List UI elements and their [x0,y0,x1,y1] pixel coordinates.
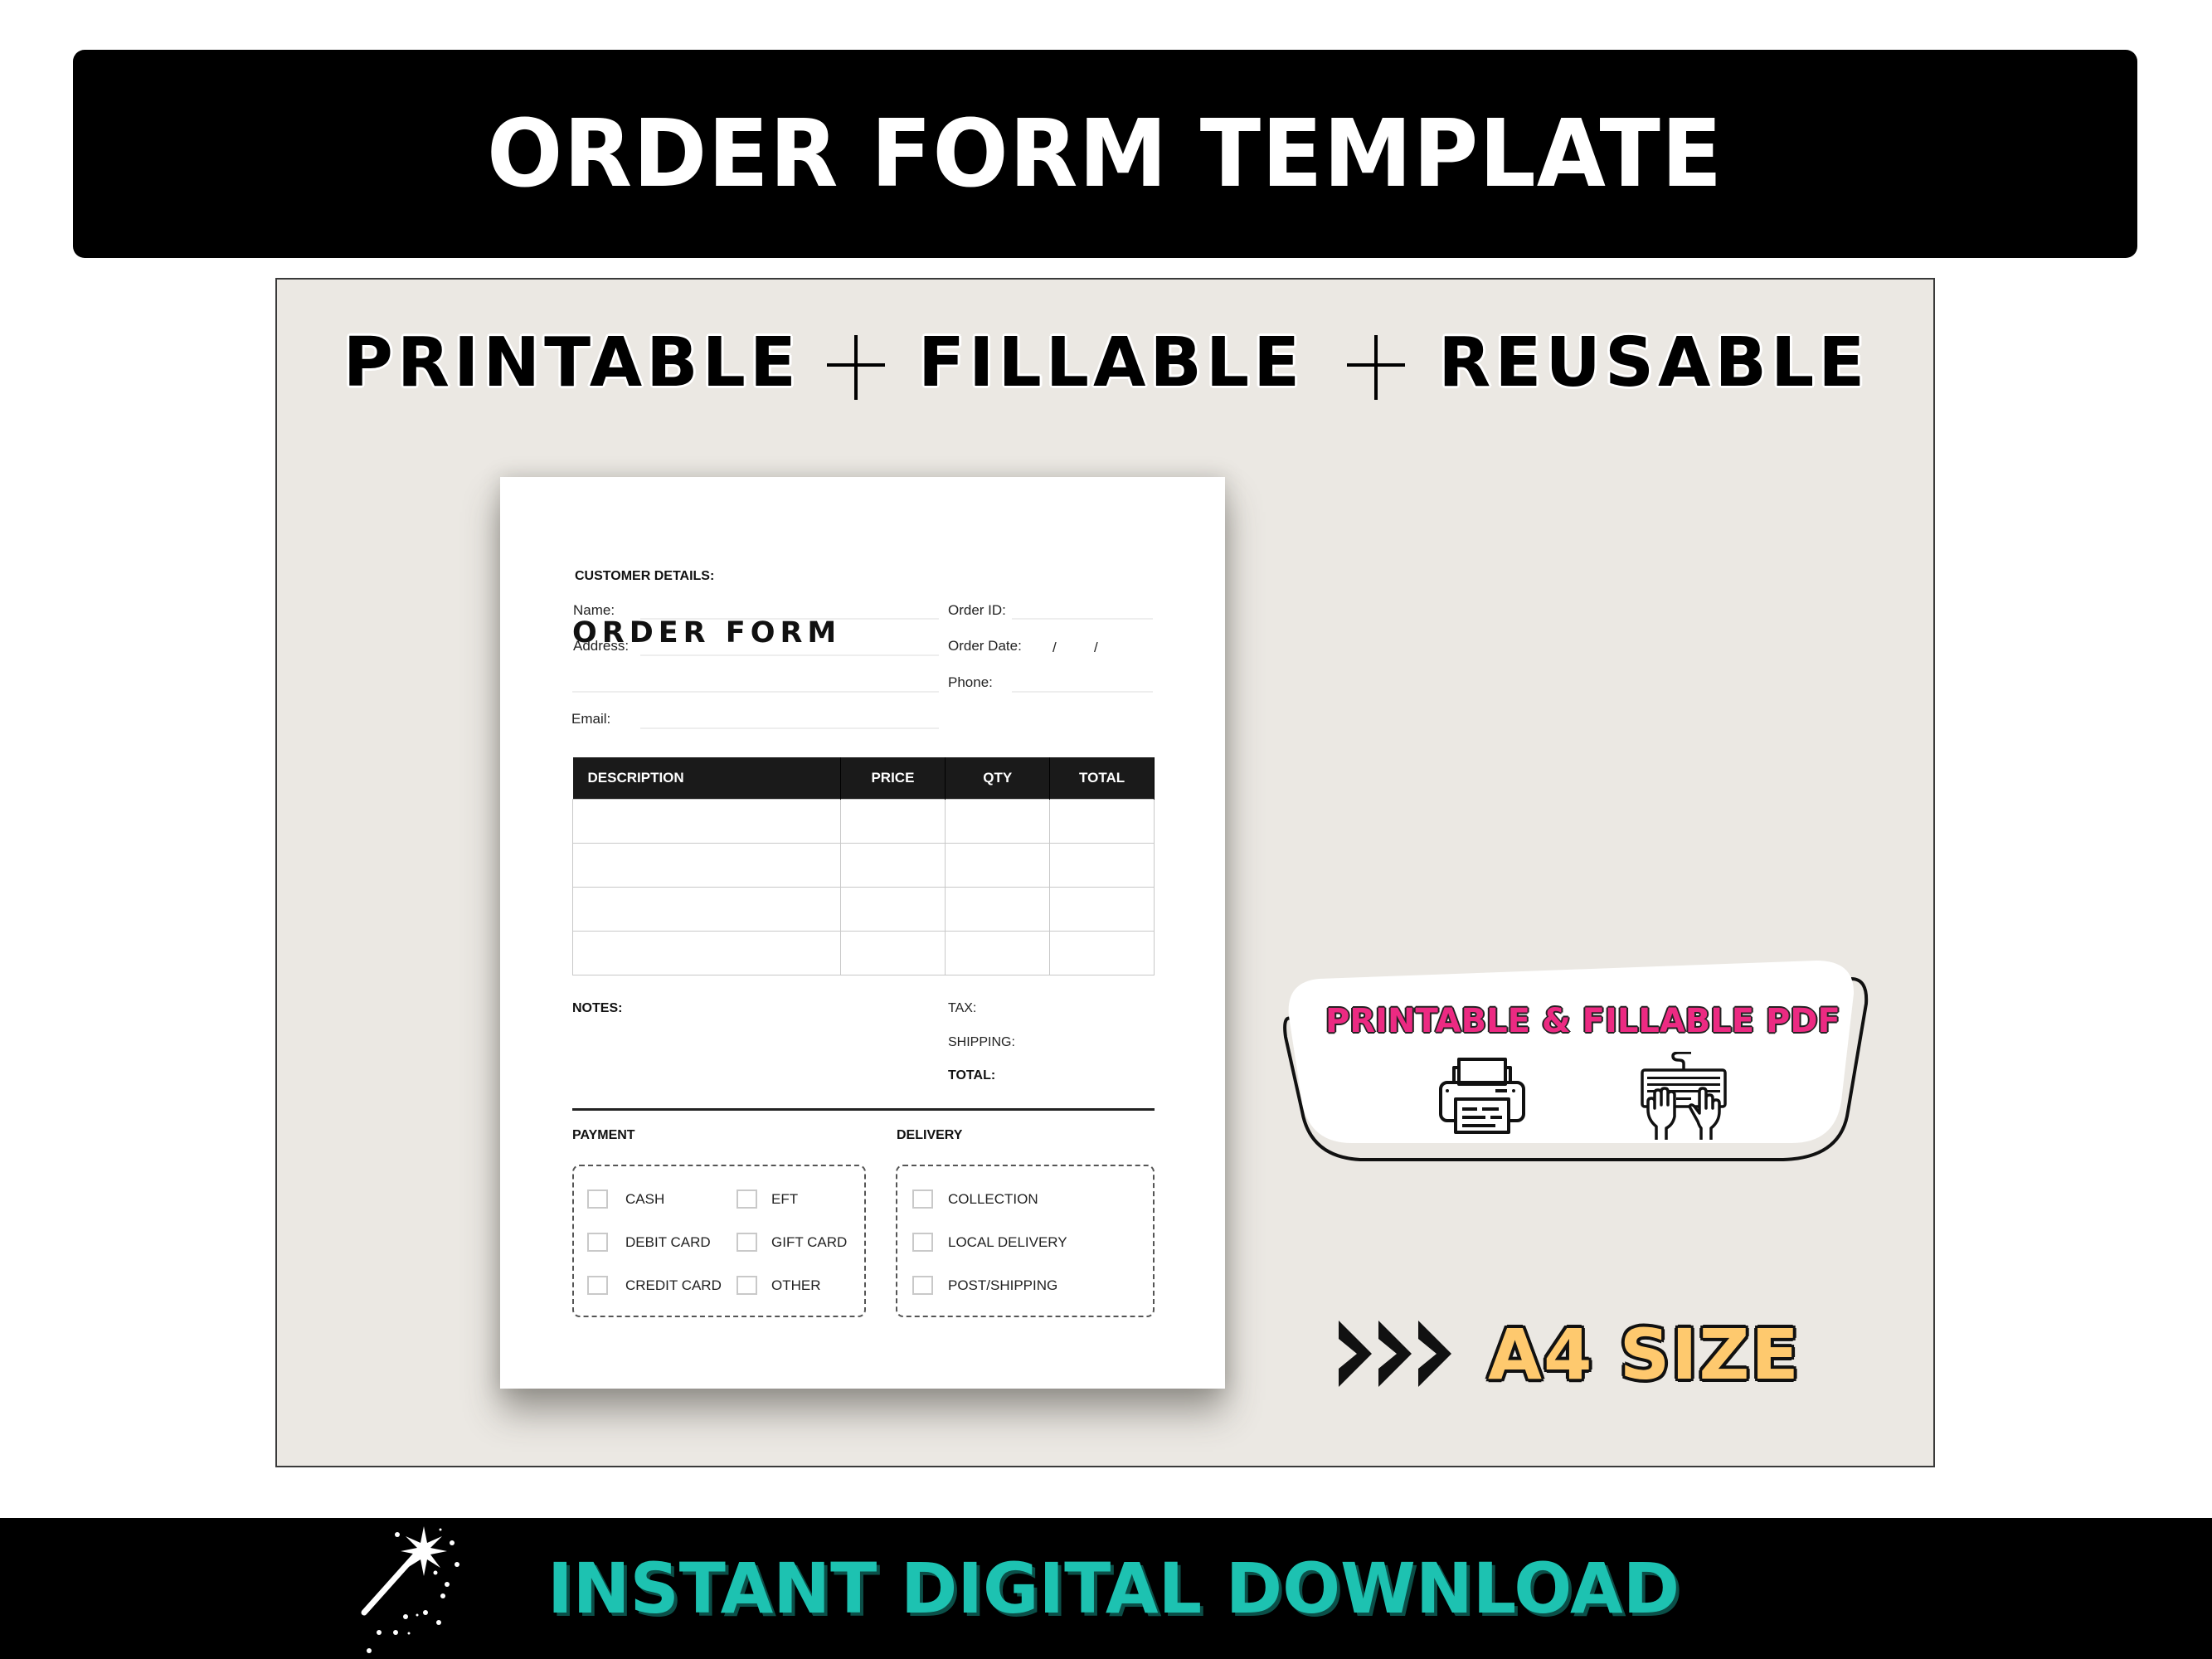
option-label-other: OTHER [771,1277,821,1293]
checkbox-debit-card[interactable] [587,1233,608,1252]
address-field-line-2[interactable] [572,691,939,693]
badge-title: PRINTABLE & FILLABLE PDF [1325,1002,1840,1040]
qty-cell[interactable] [945,799,1051,844]
table-row [572,799,1155,844]
column-header-total: TOTAL [1049,757,1155,800]
column-header-qty: QTY [945,757,1051,800]
address-field-line-1[interactable] [640,654,939,656]
option-label-eft: EFT [771,1191,799,1207]
order-date-label: Order Date: [948,638,1022,654]
option-label-credit-card: CREDIT CARD [625,1277,722,1293]
checkbox-credit-card[interactable] [587,1276,608,1295]
price-cell[interactable] [839,931,946,975]
tagline-printable: PRINTABLE [343,323,800,402]
tagline: PRINTABLE FILLABLE REUSABLE [275,323,1937,402]
notes-field[interactable] [572,1024,921,1099]
checkbox-eft[interactable] [737,1190,757,1209]
price-cell[interactable] [839,887,946,932]
price-cell[interactable] [839,843,946,888]
keyboard-typing-icon [1641,1052,1727,1140]
order-id-label: Order ID: [948,602,1006,618]
description-cell[interactable] [572,843,841,888]
qty-cell[interactable] [945,843,1051,888]
plus-icon [1347,325,1406,400]
section-divider [572,1108,1155,1111]
banner-title: ORDER FORM TEMPLATE [487,100,1723,208]
plus-icon [826,325,885,400]
option-label-debit-card: DEBIT CARD [625,1234,711,1250]
name-field[interactable] [640,618,939,620]
tagline-reusable: REUSABLE [1438,323,1869,402]
option-label-collection: COLLECTION [948,1191,1038,1207]
phone-field[interactable] [1012,691,1153,693]
table-row [572,887,1155,932]
column-header-description: DESCRIPTION [572,757,841,800]
payment-options-box: CASH EFT DEBIT CARD GIFT CARD CREDIT CAR… [572,1165,866,1317]
notes-label: NOTES: [572,1001,623,1015]
shipping-label: SHIPPING: [948,1035,1015,1049]
customer-details-heading: CUSTOMER DETAILS: [575,569,715,583]
a4-size-label: A4 SIZE [1488,1314,1801,1395]
price-cell[interactable] [839,799,946,844]
table-row [572,843,1155,888]
total-cell[interactable] [1049,931,1155,975]
option-label-local-delivery: LOCAL DELIVERY [948,1234,1067,1250]
option-label-gift-card: GIFT CARD [771,1234,848,1250]
total-cell[interactable] [1049,843,1155,888]
instant-download-text: INSTANT DIGITAL DOWNLOAD [547,1548,1680,1629]
total-label: TOTAL: [948,1068,996,1082]
phone-label: Phone: [948,674,993,690]
description-cell[interactable] [572,799,841,844]
checkbox-other[interactable] [737,1276,757,1295]
delivery-heading: DELIVERY [897,1128,963,1142]
pdf-badge [1283,961,1869,1161]
items-table: DESCRIPTION PRICE QTY TOTAL [572,757,1155,975]
email-label: Email: [571,711,611,727]
name-label: Name: [573,602,615,618]
checkbox-cash[interactable] [587,1190,608,1209]
tax-label: TAX: [948,1001,977,1015]
tagline-fillable: FILLABLE [917,323,1305,402]
option-label-post-shipping: POST/SHIPPING [948,1277,1058,1293]
address-label: Address: [573,638,630,654]
column-header-price: PRICE [840,757,946,800]
qty-cell[interactable] [945,887,1051,932]
checkbox-post-shipping[interactable] [912,1276,933,1295]
delivery-options-box: COLLECTION LOCAL DELIVERY POST/SHIPPING [896,1165,1155,1317]
total-cell[interactable] [1049,799,1155,844]
title-banner: ORDER FORM TEMPLATE [73,50,2137,258]
order-date-field[interactable] [1023,635,1155,658]
description-cell[interactable] [572,887,841,932]
table-header-row: DESCRIPTION PRICE QTY TOTAL [572,757,1155,800]
printer-icon [1439,1058,1525,1134]
checkbox-local-delivery[interactable] [912,1233,933,1252]
checkbox-collection[interactable] [912,1190,933,1209]
option-label-cash: CASH [625,1191,665,1207]
triple-chevron-right-icon [1339,1321,1451,1387]
total-cell[interactable] [1049,887,1155,932]
magic-wand-icon [361,1526,459,1653]
checkbox-gift-card[interactable] [737,1233,757,1252]
email-field[interactable] [640,727,939,729]
payment-heading: PAYMENT [572,1128,635,1142]
order-id-field[interactable] [1012,618,1153,620]
order-form-page: ORDER FORM CUSTOMER DETAILS: Name: Addre… [500,477,1225,1389]
qty-cell[interactable] [945,931,1051,975]
table-row [572,931,1155,975]
description-cell[interactable] [572,931,841,975]
